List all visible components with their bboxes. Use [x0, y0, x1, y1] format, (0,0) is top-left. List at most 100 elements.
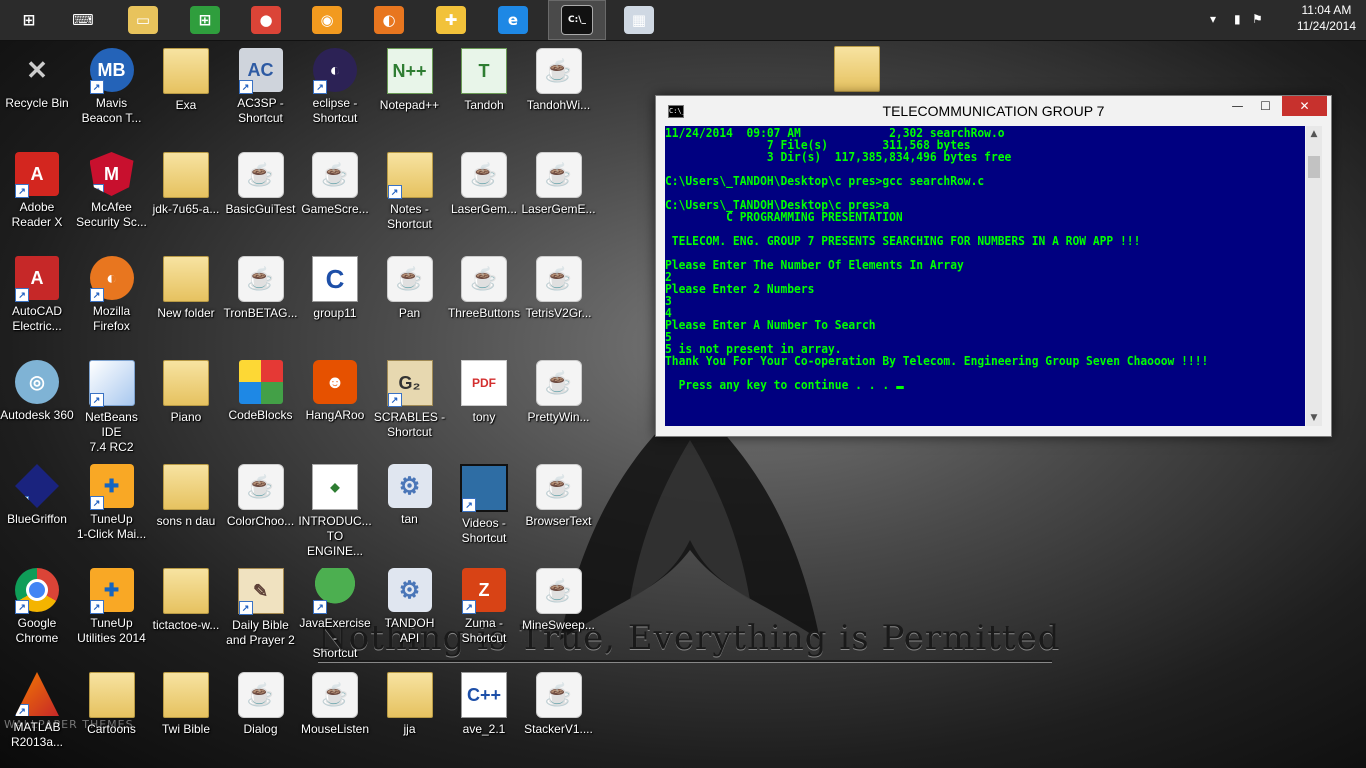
desktop-icon-lasergeme[interactable]: ☕ LaserGemE...: [522, 146, 596, 242]
desktop-icon-label: Adobe Reader X: [11, 200, 63, 229]
desktop-icon-eclipse-shortcut[interactable]: ◐ ↗ eclipse - Shortcut: [298, 42, 372, 138]
command-prompt-taskbar-button[interactable]: C:\_: [548, 0, 606, 40]
title-bar[interactable]: C:\_ TELECOMMUNICATION GROUP 7 — ☐ ✕: [656, 96, 1331, 126]
gom-player-taskbar-button[interactable]: ◉: [298, 0, 356, 40]
desktop-icon-basicguitest[interactable]: ☕ BasicGuiTest: [224, 146, 298, 242]
console-line: TELECOM. ENG. GROUP 7 PRESENTS SEARCHING…: [665, 234, 1141, 248]
desktop-icon-scrables-shortcut[interactable]: G₂ ↗ SCRABLES - Shortcut: [373, 354, 447, 450]
console-line: Thank You For Your Co-operation By Telec…: [665, 354, 1209, 368]
desktop-icon-zuma-shortcut[interactable]: Z ↗ Zuma - Shortcut: [447, 562, 521, 658]
clock[interactable]: 11:04 AM 11/24/2014: [1297, 2, 1356, 34]
shortcut-arrow-icon: ↗: [15, 496, 29, 508]
folder-icon: [163, 672, 209, 718]
desktop-icon-new-folder[interactable]: New folder: [149, 250, 223, 346]
desktop-icon-group11[interactable]: Cgroup11: [298, 250, 372, 346]
scroll-up-icon[interactable]: ▲: [1306, 126, 1322, 142]
desktop-icon-tuneup-1-click-mai[interactable]: ✚ ↗ TuneUp 1-Click Mai...: [75, 458, 149, 554]
desktop-icon-ave-2-1[interactable]: C++ ave_2.1: [447, 666, 521, 762]
desktop-icon-videos-shortcut[interactable]: ↗ Videos - Shortcut: [447, 458, 521, 554]
desktop-icon-piano[interactable]: Piano: [149, 354, 223, 450]
desktop-icon-stackerv1[interactable]: ☕ StackerV1....: [522, 666, 596, 762]
desktop-icon-jdk-7u65-a[interactable]: jdk-7u65-a...: [149, 146, 223, 242]
close-button[interactable]: ✕: [1282, 96, 1327, 116]
tuneup-taskbar-button[interactable]: ✚: [422, 0, 480, 40]
desktop-icon-label: TandohWi...: [526, 98, 591, 112]
desktop-icon-label: BrowserText: [525, 514, 592, 528]
folder-icon: ↗: [386, 152, 433, 199]
desktop-icon-mozilla-firefox[interactable]: ◐ ↗ Mozilla Firefox: [75, 250, 149, 346]
desktop-icon-gamescre[interactable]: ☕ GameScre...: [298, 146, 372, 242]
firefox-taskbar-button[interactable]: ◐: [360, 0, 418, 40]
desktop-icon-autodesk-360[interactable]: ◎ Autodesk 360: [0, 354, 74, 450]
desktop-icon-lasergem[interactable]: ☕ LaserGem...: [447, 146, 521, 242]
desktop-icon-hangaroo[interactable]: ☻ HangARoo: [298, 354, 372, 450]
keyboard-taskbar-button[interactable]: ⌨: [54, 0, 112, 40]
vertical-scrollbar[interactable]: ▲ ▼: [1306, 126, 1322, 426]
chrome-taskbar-button[interactable]: ●: [237, 0, 295, 40]
scroll-thumb[interactable]: [1308, 156, 1320, 178]
console-line: 3: [665, 294, 672, 308]
desktop-icon-tony[interactable]: PDF tony: [447, 354, 521, 450]
desktop-icon-adobe-reader-x[interactable]: A ↗ Adobe Reader X: [0, 146, 74, 242]
java-icon: ☕: [237, 464, 284, 510]
desktop-icon-label: TANDOH API: [384, 616, 435, 645]
desktop-icon-prettywin[interactable]: ☕ PrettyWin...: [522, 354, 596, 450]
maximize-button[interactable]: ☐: [1252, 96, 1279, 116]
desktop-icon-javaexercise-shortcut[interactable]: ↗ JavaExercise - Shortcut: [298, 562, 372, 660]
desktop-icon-recycle-bin[interactable]: ✕ Recycle Bin: [0, 42, 74, 138]
minimize-button[interactable]: —: [1224, 96, 1251, 116]
desktop-icon-mavis-beacon-t[interactable]: MB ↗ Mavis Beacon T...: [75, 42, 149, 138]
desktop-icon-bluegriffon[interactable]: ↗ BlueGriffon: [0, 458, 74, 554]
desktop-icon-twi-bible[interactable]: Twi Bible: [149, 666, 223, 762]
desktop-icon-codeblocks[interactable]: CodeBlocks: [224, 354, 298, 450]
desktop-icon-tetrisv2gr[interactable]: ☕ TetrisV2Gr...: [522, 250, 596, 346]
desktop-icon-notes-shortcut[interactable]: ↗ Notes - Shortcut: [373, 146, 447, 242]
desktop-icon-threebuttons[interactable]: ☕ ThreeButtons: [447, 250, 521, 346]
zuma-icon: Z ↗: [462, 568, 506, 614]
desktop-icon-browsertext[interactable]: ☕ BrowserText: [522, 458, 596, 554]
java-icon: ☕: [535, 256, 582, 302]
desktop-icon-tronbetag[interactable]: ☕ TronBETAG...: [224, 250, 298, 346]
internet-explorer-taskbar-button[interactable]: e: [484, 0, 542, 40]
console-text: 11/24/2014 09:07 AM 2,302 searchRow.o 7 …: [665, 126, 1267, 391]
desktop-icon-tictactoe-w[interactable]: tictactoe-w...: [149, 562, 223, 658]
desktop-icon-label: Twi Bible: [161, 722, 211, 736]
store-taskbar-button[interactable]: ⊞: [176, 0, 234, 40]
chevron-up-icon[interactable]: ▾: [1210, 12, 1216, 26]
note-icon: N++: [386, 48, 433, 94]
desktop-icon-label: TuneUp 1-Click Mai...: [76, 512, 147, 541]
file-explorer-taskbar-button[interactable]: ▭: [114, 0, 172, 40]
desktop-icon-introduc-to-engine[interactable]: ◆ INTRODUC... TO ENGINE...: [298, 458, 372, 558]
flag-icon[interactable]: ⚑: [1252, 12, 1263, 26]
desktop-icon-autocad-electric[interactable]: A ↗ AutoCAD Electric...: [0, 250, 74, 346]
desktop-icon-netbeans-ide-7-4-rc2[interactable]: ↗ NetBeans IDE 7.4 RC2: [75, 354, 149, 454]
desktop-icon-tan[interactable]: ⚙ tan: [373, 458, 447, 554]
desktop-icon-matlab-r2013a[interactable]: ↗ MATLAB R2013a...: [0, 666, 74, 762]
desktop-icon-tandoh[interactable]: T Tandoh: [447, 42, 521, 138]
console-window[interactable]: C:\_ TELECOMMUNICATION GROUP 7 — ☐ ✕ 11/…: [655, 95, 1332, 437]
desktop-icon-exa[interactable]: Exa: [149, 42, 223, 138]
desktop-icon-ac3sp-shortcut[interactable]: AC ↗ AC3SP - Shortcut: [224, 42, 298, 138]
console-output[interactable]: 11/24/2014 09:07 AM 2,302 searchRow.o 7 …: [665, 126, 1305, 426]
desktop-icon-mouselisten[interactable]: ☕ MouseListen: [298, 666, 372, 762]
desktop-icon-minesweep[interactable]: ☕ MineSweep...: [522, 562, 596, 658]
performance-monitor-taskbar-button[interactable]: ▦: [610, 0, 668, 40]
shortcut-arrow-icon: ↗: [387, 393, 402, 407]
desktop-icon-tandohwi[interactable]: ☕ TandohWi...: [522, 42, 596, 138]
desktop-icon-dialog[interactable]: ☕ Dialog: [224, 666, 298, 762]
desktop-icon-cartoons[interactable]: Cartoons: [75, 666, 149, 762]
desktop-icon-label: jja: [403, 722, 416, 736]
desktop-icon-sons-n-dau[interactable]: sons n dau: [149, 458, 223, 554]
desktop-icon-google-chrome[interactable]: ↗ Google Chrome: [0, 562, 74, 658]
desktop-icon-notepad[interactable]: N++ Notepad++: [373, 42, 447, 138]
desktop-icon-tuneup-utilities-2014[interactable]: ✚ ↗ TuneUp Utilities 2014: [75, 562, 149, 658]
desktop-icon-mcafee-security-sc[interactable]: M ↗ McAfee Security Sc...: [75, 146, 149, 242]
battery-icon[interactable]: ▮: [1234, 12, 1241, 26]
desktop-icon-tandoh-api[interactable]: ⚙ TANDOH API: [373, 562, 447, 658]
desktop-icon-daily-bible-and-prayer-2[interactable]: ✎ ↗ Daily Bible and Prayer 2: [224, 562, 298, 658]
start-button-taskbar-button[interactable]: ⊞: [0, 0, 58, 40]
desktop-icon-jja[interactable]: jja: [373, 666, 447, 762]
scroll-down-icon[interactable]: ▼: [1306, 410, 1322, 426]
desktop-icon-pan[interactable]: ☕ Pan: [373, 250, 447, 346]
desktop-icon-colorchoo[interactable]: ☕ ColorChoo...: [224, 458, 298, 554]
